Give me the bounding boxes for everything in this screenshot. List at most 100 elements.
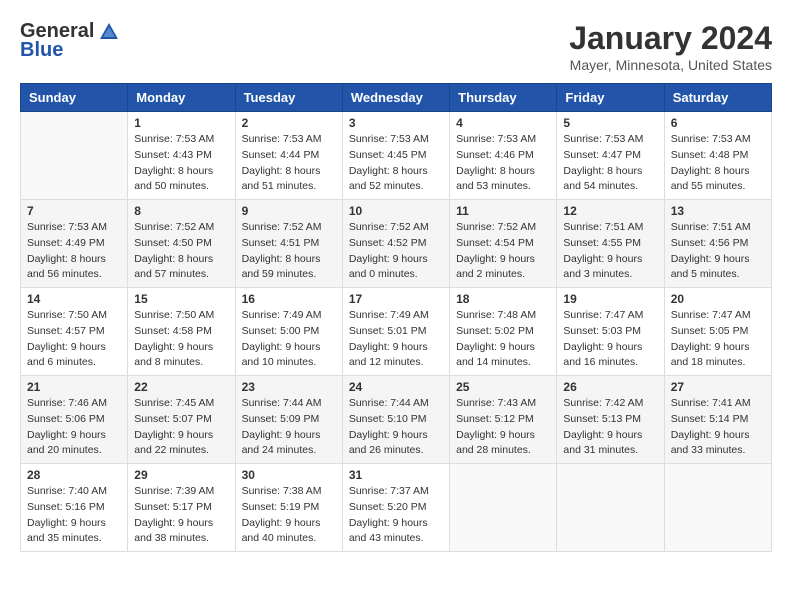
day-number: 13 — [671, 204, 765, 218]
day-cell: 15Sunrise: 7:50 AMSunset: 4:58 PMDayligh… — [128, 288, 235, 376]
week-row-1: 1Sunrise: 7:53 AMSunset: 4:43 PMDaylight… — [21, 112, 772, 200]
day-number: 5 — [563, 116, 657, 130]
day-number: 19 — [563, 292, 657, 306]
day-cell: 23Sunrise: 7:44 AMSunset: 5:09 PMDayligh… — [235, 376, 342, 464]
day-cell: 18 Sunrise: 7:48 AMSunset: 5:02 PMDayligh… — [450, 288, 557, 376]
day-header-thursday: Thursday — [450, 84, 557, 112]
day-header-sunday: Sunday — [21, 84, 128, 112]
day-header-tuesday: Tuesday — [235, 84, 342, 112]
day-cell: 21Sunrise: 7:46 AMSunset: 5:06 PMDayligh… — [21, 376, 128, 464]
day-info: Sunrise: 7:52 AMSunset: 4:50 PMDaylight:… — [134, 220, 228, 283]
day-cell — [557, 464, 664, 552]
day-number: 14 — [27, 292, 121, 306]
day-cell: 25Sunrise: 7:43 AMSunset: 5:12 PMDayligh… — [450, 376, 557, 464]
day-cell: 26 Sunrise: 7:42 AMSunset: 5:13 PMDayligh… — [557, 376, 664, 464]
day-info: Sunrise: 7:53 AMSunset: 4:44 PMDaylight:… — [242, 132, 336, 195]
day-number: 11 — [456, 204, 550, 218]
day-cell — [664, 464, 771, 552]
day-cell: 1Sunrise: 7:53 AMSunset: 4:43 PMDaylight… — [128, 112, 235, 200]
day-number: 28 — [27, 468, 121, 482]
day-info: Sunrise: 7:53 AMSunset: 4:46 PMDaylight:… — [456, 132, 550, 195]
day-cell: 9 Sunrise: 7:52 AMSunset: 4:51 PMDaylight… — [235, 200, 342, 288]
day-cell — [450, 464, 557, 552]
day-info: Sunrise: 7:53 AMSunset: 4:48 PMDaylight:… — [671, 132, 765, 195]
day-cell: 16 Sunrise: 7:49 AMSunset: 5:00 PMDayligh… — [235, 288, 342, 376]
day-number: 1 — [134, 116, 228, 130]
day-info: Sunrise: 7:42 AMSunset: 5:13 PMDaylight:… — [563, 396, 657, 459]
day-number: 7 — [27, 204, 121, 218]
day-number: 4 — [456, 116, 550, 130]
day-cell: 8 Sunrise: 7:52 AMSunset: 4:50 PMDaylight… — [128, 200, 235, 288]
day-info: Sunrise: 7:52 AMSunset: 4:51 PMDaylight:… — [242, 220, 336, 283]
day-info: Sunrise: 7:47 AMSunset: 5:03 PMDaylight:… — [563, 308, 657, 371]
day-number: 6 — [671, 116, 765, 130]
day-info: Sunrise: 7:50 AMSunset: 4:57 PMDaylight:… — [27, 308, 121, 371]
day-number: 9 — [242, 204, 336, 218]
day-info: Sunrise: 7:46 AMSunset: 5:06 PMDaylight:… — [27, 396, 121, 459]
day-number: 20 — [671, 292, 765, 306]
day-cell: 22 Sunrise: 7:45 AMSunset: 5:07 PMDayligh… — [128, 376, 235, 464]
logo: General Blue — [20, 20, 120, 62]
day-info: Sunrise: 7:52 AMSunset: 4:54 PMDaylight:… — [456, 220, 550, 283]
week-row-2: 7Sunrise: 7:53 AMSunset: 4:49 PMDaylight… — [21, 200, 772, 288]
day-cell: 6 Sunrise: 7:53 AMSunset: 4:48 PMDaylight… — [664, 112, 771, 200]
day-cell: 30 Sunrise: 7:38 AMSunset: 5:19 PMDayligh… — [235, 464, 342, 552]
day-number: 16 — [242, 292, 336, 306]
day-cell: 31Sunrise: 7:37 AMSunset: 5:20 PMDayligh… — [342, 464, 449, 552]
day-header-wednesday: Wednesday — [342, 84, 449, 112]
day-number: 30 — [242, 468, 336, 482]
location-title: Mayer, Minnesota, United States — [569, 57, 772, 73]
day-info: Sunrise: 7:38 AMSunset: 5:19 PMDaylight:… — [242, 484, 336, 547]
day-number: 12 — [563, 204, 657, 218]
day-info: Sunrise: 7:44 AMSunset: 5:10 PMDaylight:… — [349, 396, 443, 459]
day-cell: 27 Sunrise: 7:41 AMSunset: 5:14 PMDayligh… — [664, 376, 771, 464]
day-cell: 24 Sunrise: 7:44 AMSunset: 5:10 PMDayligh… — [342, 376, 449, 464]
day-cell: 19 Sunrise: 7:47 AMSunset: 5:03 PMDayligh… — [557, 288, 664, 376]
day-info: Sunrise: 7:49 AMSunset: 5:01 PMDaylight:… — [349, 308, 443, 371]
week-row-5: 28 Sunrise: 7:40 AMSunset: 5:16 PMDayligh… — [21, 464, 772, 552]
day-cell: 20Sunrise: 7:47 AMSunset: 5:05 PMDayligh… — [664, 288, 771, 376]
day-cell: 3 Sunrise: 7:53 AMSunset: 4:45 PMDaylight… — [342, 112, 449, 200]
header: General Blue January 2024 Mayer, Minneso… — [20, 20, 772, 73]
day-cell: 29 Sunrise: 7:39 AMSunset: 5:17 PMDayligh… — [128, 464, 235, 552]
day-info: Sunrise: 7:52 AMSunset: 4:52 PMDaylight:… — [349, 220, 443, 283]
day-cell: 10 Sunrise: 7:52 AMSunset: 4:52 PMDayligh… — [342, 200, 449, 288]
day-number: 2 — [242, 116, 336, 130]
day-info: Sunrise: 7:39 AMSunset: 5:17 PMDaylight:… — [134, 484, 228, 547]
day-number: 24 — [349, 380, 443, 394]
day-header-saturday: Saturday — [664, 84, 771, 112]
day-header-monday: Monday — [128, 84, 235, 112]
day-info: Sunrise: 7:40 AMSunset: 5:16 PMDaylight:… — [27, 484, 121, 547]
day-info: Sunrise: 7:48 AMSunset: 5:02 PMDaylight:… — [456, 308, 550, 371]
day-info: Sunrise: 7:50 AMSunset: 4:58 PMDaylight:… — [134, 308, 228, 371]
day-number: 31 — [349, 468, 443, 482]
day-info: Sunrise: 7:41 AMSunset: 5:14 PMDaylight:… — [671, 396, 765, 459]
day-number: 26 — [563, 380, 657, 394]
logo-blue-text: Blue — [20, 39, 63, 62]
logo-icon — [98, 21, 120, 43]
day-number: 8 — [134, 204, 228, 218]
day-info: Sunrise: 7:53 AMSunset: 4:45 PMDaylight:… — [349, 132, 443, 195]
day-number: 29 — [134, 468, 228, 482]
day-number: 17 — [349, 292, 443, 306]
day-number: 27 — [671, 380, 765, 394]
day-cell: 14 Sunrise: 7:50 AMSunset: 4:57 PMDayligh… — [21, 288, 128, 376]
title-area: January 2024 Mayer, Minnesota, United St… — [569, 20, 772, 73]
day-info: Sunrise: 7:49 AMSunset: 5:00 PMDaylight:… — [242, 308, 336, 371]
day-cell: 13Sunrise: 7:51 AMSunset: 4:56 PMDayligh… — [664, 200, 771, 288]
week-row-4: 21Sunrise: 7:46 AMSunset: 5:06 PMDayligh… — [21, 376, 772, 464]
day-info: Sunrise: 7:44 AMSunset: 5:09 PMDaylight:… — [242, 396, 336, 459]
month-title: January 2024 — [569, 20, 772, 57]
day-cell: 28 Sunrise: 7:40 AMSunset: 5:16 PMDayligh… — [21, 464, 128, 552]
day-number: 3 — [349, 116, 443, 130]
day-info: Sunrise: 7:45 AMSunset: 5:07 PMDaylight:… — [134, 396, 228, 459]
day-number: 10 — [349, 204, 443, 218]
day-cell — [21, 112, 128, 200]
day-number: 22 — [134, 380, 228, 394]
day-info: Sunrise: 7:53 AMSunset: 4:47 PMDaylight:… — [563, 132, 657, 195]
day-number: 18 — [456, 292, 550, 306]
day-cell: 7Sunrise: 7:53 AMSunset: 4:49 PMDaylight… — [21, 200, 128, 288]
week-row-3: 14 Sunrise: 7:50 AMSunset: 4:57 PMDayligh… — [21, 288, 772, 376]
day-cell: 11 Sunrise: 7:52 AMSunset: 4:54 PMDayligh… — [450, 200, 557, 288]
day-cell: 5 Sunrise: 7:53 AMSunset: 4:47 PMDaylight… — [557, 112, 664, 200]
